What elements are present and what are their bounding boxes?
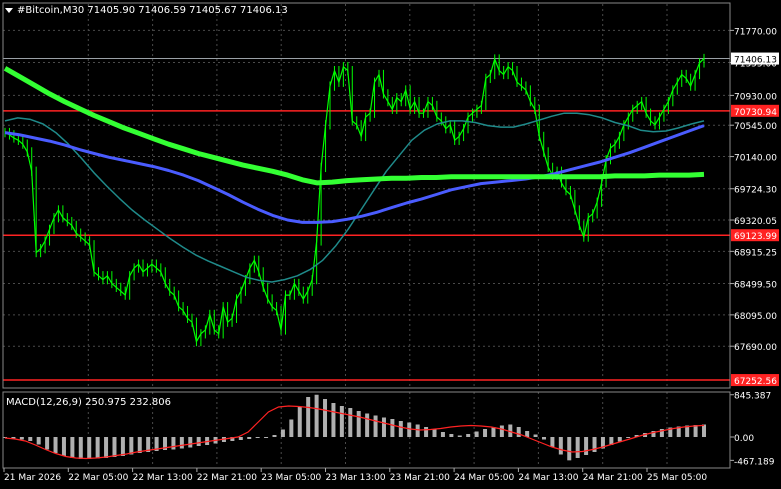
y-tick-label: 68499.50 <box>734 281 777 291</box>
macd-histogram-bar <box>289 419 294 437</box>
y-tick-label: 70545.00 <box>734 122 777 132</box>
macd-histogram-bar <box>398 421 403 437</box>
x-tick-label: 22 Mar 13:00 <box>133 473 193 483</box>
macd-histogram-bar <box>28 437 33 441</box>
macd-histogram-bar <box>247 437 252 439</box>
macd-histogram-bar <box>120 437 125 456</box>
macd-histogram-bar <box>702 424 706 437</box>
y-tick-label: 69320.05 <box>734 217 777 227</box>
macd-histogram-bar <box>36 437 41 445</box>
macd-histogram-bar <box>567 437 572 461</box>
y-tick-label: 68095.00 <box>734 312 777 322</box>
macd-histogram-bar <box>491 427 496 437</box>
macd-histogram-bar <box>19 437 24 440</box>
macd-histogram-bar <box>70 437 75 458</box>
macd-histogram-bar <box>331 403 336 437</box>
macd-histogram-bar <box>348 408 353 437</box>
macd-histogram-bar <box>483 429 488 437</box>
macd-histogram-bar <box>558 437 563 455</box>
macd-histogram-bar <box>112 437 117 457</box>
macd-histogram-bar <box>373 415 378 437</box>
macd-histogram-bar <box>137 437 142 453</box>
macd-histogram-bar <box>626 437 631 438</box>
macd-histogram-bar <box>53 437 58 453</box>
macd-histogram-bar <box>45 437 50 450</box>
macd-histogram-bar <box>297 407 302 437</box>
macd-title: MACD(12,26,9) 250.975 232.806 <box>6 397 171 408</box>
x-tick-label: 23 Mar 13:00 <box>326 473 386 483</box>
x-tick-label: 21 Mar 2026 <box>4 473 61 483</box>
macd-histogram-bar <box>449 434 454 437</box>
macd-histogram-bar <box>196 437 201 446</box>
macd-histogram-bar <box>617 437 622 442</box>
macd-histogram-bar <box>541 437 546 440</box>
y-tick-label: 68915.25 <box>734 248 777 258</box>
y-tick-label: 70140.00 <box>734 154 777 164</box>
macd-histogram-bar <box>87 437 92 459</box>
macd-histogram-bar <box>272 435 277 437</box>
macd-histogram-bar <box>693 425 698 437</box>
x-tick-label: 22 Mar 21:00 <box>197 473 257 483</box>
x-tick-label: 22 Mar 05:00 <box>68 473 128 483</box>
macd-histogram-bar <box>129 437 134 455</box>
macd-histogram-bar <box>424 427 429 437</box>
x-tick-label: 23 Mar 05:00 <box>261 473 321 483</box>
macd-histogram-bar <box>440 432 445 437</box>
macd-histogram-bar <box>104 437 109 458</box>
macd-histogram-bar <box>78 437 83 459</box>
macd-histogram-bar <box>584 437 589 455</box>
macd-histogram-bar <box>171 437 176 450</box>
macd-histogram-bar <box>356 411 361 437</box>
macd-histogram-bar <box>95 437 100 459</box>
macd-histogram-bar <box>306 397 311 437</box>
macd-histogram-bar <box>238 437 243 440</box>
macd-histogram-bar <box>550 437 555 447</box>
macd-histogram-bar <box>280 429 285 437</box>
x-tick-label: 24 Mar 21:00 <box>583 473 643 483</box>
macd-histogram-bar <box>457 435 462 437</box>
y-tick-label: 70930.00 <box>734 92 777 102</box>
level-price-label: 70730.94 <box>734 108 777 118</box>
macd-histogram-bar <box>381 417 386 437</box>
macd-histogram-bar <box>499 425 504 437</box>
chart-header: #Bitcoin,M30 71405.90 71406.59 71405.67 … <box>5 5 288 16</box>
chart-title: #Bitcoin,M30 71405.90 71406.59 71405.67 … <box>17 5 288 16</box>
price-chart[interactable]: 845.3870.00-467.189 71770.0071355.007093… <box>0 0 781 489</box>
x-tick-label: 25 Mar 05:00 <box>647 473 707 483</box>
macd-histogram-bar <box>365 413 370 437</box>
macd-histogram-bar <box>323 399 328 437</box>
y-tick-label: 69724.30 <box>734 186 777 196</box>
macd-histogram-bar <box>390 419 395 437</box>
current-price-label: 71406.13 <box>734 56 777 66</box>
chart-background <box>0 0 781 489</box>
macd-histogram-bar <box>61 437 66 456</box>
x-tick-label: 24 Mar 13:00 <box>518 473 578 483</box>
macd-y-tick-label: 845.387 <box>734 392 771 402</box>
level-price-label: 69123.99 <box>734 232 777 242</box>
macd-histogram-bar <box>415 424 420 437</box>
macd-y-tick-label: -467.189 <box>734 457 775 467</box>
macd-histogram-bar <box>339 406 344 437</box>
macd-histogram-bar <box>255 437 260 438</box>
y-tick-label: 67690.00 <box>734 343 777 353</box>
y-tick-label: 71770.00 <box>734 27 777 37</box>
macd-histogram-bar <box>466 434 471 437</box>
macd-histogram-bar <box>179 437 184 449</box>
macd-histogram-bar <box>474 431 479 437</box>
x-tick-label: 23 Mar 21:00 <box>390 473 450 483</box>
macd-histogram-bar <box>575 437 580 458</box>
macd-histogram-bar <box>432 429 437 437</box>
chart-window[interactable]: 845.3870.00-467.189 71770.0071355.007093… <box>0 0 781 489</box>
macd-histogram-bar <box>516 427 521 437</box>
level-price-label: 67252.56 <box>734 377 777 387</box>
macd-histogram-bar <box>188 437 193 448</box>
macd-y-tick-label: 0.00 <box>734 434 754 444</box>
x-tick-label: 24 Mar 05:00 <box>454 473 514 483</box>
macd-histogram-bar <box>264 437 269 438</box>
macd-histogram-bar <box>533 434 538 437</box>
macd-histogram-bar <box>407 422 412 437</box>
macd-histogram-bar <box>314 394 319 437</box>
